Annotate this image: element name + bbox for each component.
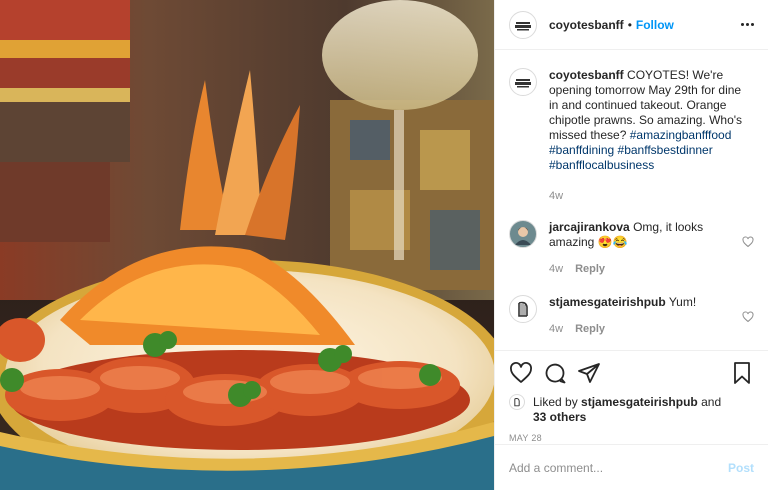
liker-avatar[interactable] [509, 394, 525, 410]
commenter-avatar[interactable] [509, 295, 537, 323]
post-actions: Liked by stjamesgateirishpub and 33 othe… [495, 350, 768, 443]
comment-item: stjamesgateirishpub Yum! 4w Reply [509, 295, 754, 337]
likes-and: and [701, 395, 722, 409]
share-icon[interactable] [577, 361, 601, 385]
user-photo-icon [515, 227, 531, 245]
post-comment-button[interactable]: Post [728, 461, 754, 475]
hashtag-link[interactable]: #amazingbanfffood [630, 128, 732, 142]
likes-summary: Liked by stjamesgateirishpub and 33 othe… [509, 394, 754, 425]
add-comment-bar: Post [495, 444, 768, 490]
hashtag-link[interactable]: #banffsbestdinner [618, 143, 713, 157]
comment-age[interactable]: 4w [549, 262, 563, 277]
hashtag-link[interactable]: #banffdining [549, 143, 614, 157]
comment-like-icon[interactable] [742, 311, 754, 323]
comment-icon[interactable] [543, 361, 567, 385]
comment-username[interactable]: jarcajirankova [549, 220, 630, 234]
harp-logo-icon [518, 301, 528, 317]
caption-age[interactable]: 4w [549, 189, 563, 204]
comment-input[interactable] [509, 460, 728, 475]
post-details-panel: coyotesbanff • Follow coyotesbanff COYOT… [494, 0, 768, 490]
post-header: coyotesbanff • Follow [495, 0, 768, 50]
action-icons-row [509, 351, 754, 395]
heart-icon[interactable] [509, 361, 533, 385]
reply-button[interactable]: Reply [575, 262, 605, 277]
comment-age[interactable]: 4w [549, 322, 563, 337]
caption: coyotesbanff COYOTES! We're opening tomo… [509, 68, 754, 204]
post-date[interactable]: MAY 28 [509, 433, 754, 443]
caption-username[interactable]: coyotesbanff [549, 68, 624, 82]
more-options-icon[interactable] [741, 23, 754, 26]
comment-body: stjamesgateirishpub Yum! 4w Reply [549, 295, 749, 337]
harp-logo-icon [514, 397, 520, 407]
author-avatar[interactable] [509, 10, 537, 39]
food-photo-illustration [0, 0, 494, 490]
coyotes-logo-icon [515, 21, 531, 30]
likes-prefix: Liked by [533, 395, 578, 409]
comment-meta: 4w Reply [549, 322, 749, 337]
commenter-avatar[interactable] [509, 220, 537, 248]
comments-list: coyotesbanff COYOTES! We're opening tomo… [495, 50, 768, 337]
follow-button[interactable]: Follow [636, 18, 674, 32]
comment-meta: 4w Reply [549, 262, 749, 277]
instagram-post-view: coyotesbanff • Follow coyotesbanff COYOT… [0, 0, 768, 490]
separator-dot: • [627, 17, 632, 32]
comment-like-icon[interactable] [742, 236, 754, 248]
caption-meta: 4w [549, 189, 749, 204]
comment-username[interactable]: stjamesgateirishpub [549, 295, 666, 309]
coyotes-logo-icon [515, 79, 531, 88]
author-username[interactable]: coyotesbanff [549, 18, 624, 32]
likes-others-count[interactable]: 33 others [533, 410, 586, 424]
bookmark-icon[interactable] [730, 361, 754, 385]
comment-item: jarcajirankova Omg, it looks amazing 😍😂 … [509, 220, 754, 277]
caption-author-avatar[interactable] [509, 68, 537, 96]
likes-text: Liked by stjamesgateirishpub and 33 othe… [533, 395, 721, 425]
comment-text: Yum! [668, 295, 697, 309]
reply-button[interactable]: Reply [575, 322, 605, 337]
caption-body: coyotesbanff COYOTES! We're opening tomo… [549, 68, 749, 204]
post-image[interactable] [0, 0, 494, 490]
liker-username[interactable]: stjamesgateirishpub [581, 395, 698, 409]
hashtag-link[interactable]: #banfflocalbusiness [549, 158, 654, 172]
comment-body: jarcajirankova Omg, it looks amazing 😍😂 … [549, 220, 749, 277]
